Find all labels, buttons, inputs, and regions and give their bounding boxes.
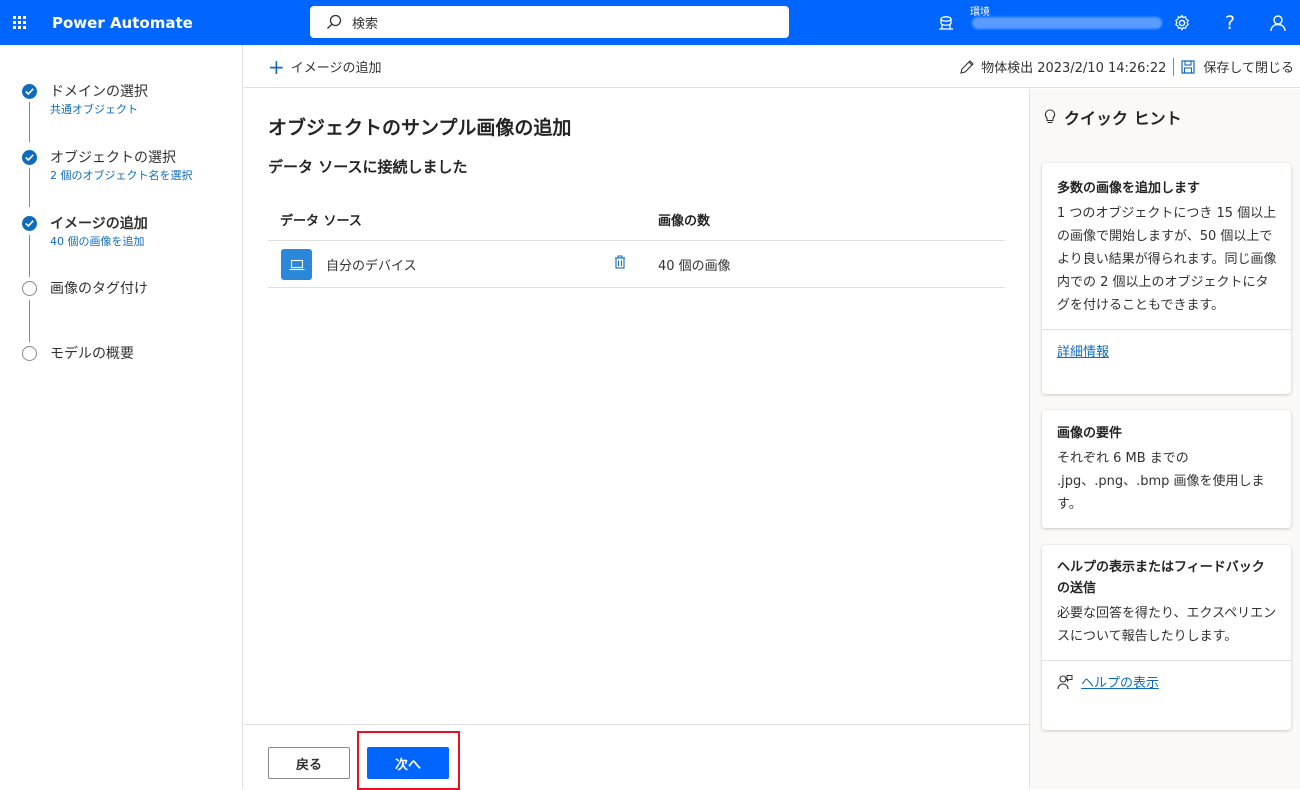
quick-tips-title: クイック ヒント — [1044, 105, 1182, 129]
hint-card-text: 1 つのオブジェクトにつき 15 個以上の画像で開始しますが、50 個以上でより… — [1057, 206, 1277, 313]
hint-card-help: ヘルプの表示またはフィードバックの送信 必要な回答を得たり、エクスペリエンスにつ… — [1042, 545, 1291, 730]
command-bar: + イメージの追加 物体検出 2023/2/10 14:26:22 保存して閉じ… — [244, 45, 1300, 88]
check-icon — [22, 150, 37, 165]
check-icon — [22, 216, 37, 231]
divider — [1173, 57, 1175, 76]
model-name[interactable]: 物体検出 2023/2/10 14:26:22 — [981, 57, 1166, 76]
show-help-link[interactable]: ヘルプの表示 — [1042, 661, 1291, 703]
save-close-label: 保存して閉じる — [1203, 61, 1294, 76]
account-icon[interactable] — [1258, 0, 1298, 45]
wizard-stepper: ドメインの選択 共通オブジェクト オブジェクトの選択 2 個のオブジェクト名を選… — [0, 45, 243, 789]
step-subtitle: 40 個の画像を追加 — [50, 235, 145, 248]
data-source-table: データ ソース 画像の数 自分のデバイス 40 個の画像 — [268, 197, 1005, 288]
add-image-label: イメージの追加 — [290, 61, 382, 76]
quick-tips-label: クイック ヒント — [1064, 109, 1182, 128]
search-box[interactable]: 検索 — [310, 6, 789, 38]
plus-icon: + — [268, 54, 285, 79]
hint-card-add-images: 多数の画像を追加します 1 つのオブジェクトにつき 15 個以上の画像で開始しま… — [1042, 163, 1291, 394]
show-help-label: ヘルプの表示 — [1081, 676, 1160, 691]
empty-circle-icon — [22, 346, 37, 361]
hint-card-title: ヘルプの表示またはフィードバックの送信 — [1057, 560, 1265, 596]
save-icon — [1181, 59, 1195, 74]
image-count: 40 個の画像 — [658, 259, 731, 274]
back-button[interactable]: 戻る — [268, 747, 350, 779]
page-title: オブジェクトのサンプル画像の追加 — [268, 117, 572, 139]
search-icon — [327, 14, 342, 29]
step-title: オブジェクトの選択 — [50, 150, 176, 166]
add-image-button[interactable]: + イメージの追加 — [268, 45, 382, 88]
column-header-count: 画像の数 — [658, 214, 711, 229]
step-title: モデルの概要 — [50, 346, 134, 362]
app-launcher-icon[interactable] — [0, 0, 38, 45]
search-input[interactable]: 検索 — [352, 13, 378, 32]
step-title: イメージの追加 — [50, 216, 148, 232]
hint-card-requirements: 画像の要件 それぞれ 6 MB までの .jpg、.png、.bmp 画像を使用… — [1042, 410, 1291, 528]
empty-circle-icon — [22, 281, 37, 296]
step-connector — [29, 235, 30, 277]
environment-name-redacted[interactable] — [972, 17, 1162, 29]
step-title: ドメインの選択 — [50, 84, 148, 100]
environment-icon[interactable] — [926, 0, 966, 45]
app-name[interactable]: Power Automate — [52, 14, 193, 32]
hint-card-title: 多数の画像を追加します — [1057, 181, 1201, 196]
step-subtitle: 共通オブジェクト — [50, 103, 138, 116]
save-close-button[interactable]: 保存して閉じる — [1181, 57, 1294, 76]
pencil-icon[interactable] — [959, 59, 975, 75]
learn-more-link[interactable]: 詳細情報 — [1042, 330, 1291, 372]
source-name: 自分のデバイス — [326, 259, 417, 274]
command-bar-right: 物体検出 2023/2/10 14:26:22 保存して閉じる — [959, 45, 1294, 88]
lightbulb-icon — [1044, 109, 1056, 124]
column-header-source: データ ソース — [280, 214, 362, 229]
table-header: データ ソース 画像の数 — [268, 197, 1005, 241]
next-button[interactable]: 次へ — [367, 747, 449, 779]
main-content: オブジェクトのサンプル画像の追加 データ ソースに接続しました データ ソース … — [244, 89, 1029, 725]
hint-card-text: それぞれ 6 MB までの .jpg、.png、.bmp 画像を使用します。 — [1057, 451, 1265, 512]
laptop-icon — [281, 249, 312, 280]
delete-icon[interactable] — [614, 255, 626, 269]
step-connector — [29, 300, 30, 342]
connection-status: データ ソースに接続しました — [268, 158, 468, 176]
quick-tips-panel: クイック ヒント 多数の画像を追加します 1 つのオブジェクトにつき 15 個以… — [1029, 89, 1300, 789]
settings-icon[interactable] — [1162, 0, 1202, 45]
wizard-footer: 戻る 次へ — [244, 724, 1029, 790]
help-icon[interactable]: ? — [1210, 0, 1250, 45]
hint-card-text: 必要な回答を得たり、エクスペリエンスについて報告したりします。 — [1057, 606, 1277, 644]
step-subtitle: 2 個のオブジェクト名を選択 — [50, 169, 193, 182]
help-person-icon — [1057, 674, 1073, 689]
hint-card-title: 画像の要件 — [1057, 426, 1123, 441]
table-row[interactable]: 自分のデバイス 40 個の画像 — [268, 241, 1005, 288]
top-bar: Power Automate 検索 環境 ? — [0, 0, 1300, 45]
step-title: 画像のタグ付け — [50, 281, 148, 297]
environment-label: 環境 — [970, 7, 990, 18]
step-connector — [29, 102, 30, 142]
step-connector — [29, 168, 30, 207]
check-icon — [22, 84, 37, 99]
